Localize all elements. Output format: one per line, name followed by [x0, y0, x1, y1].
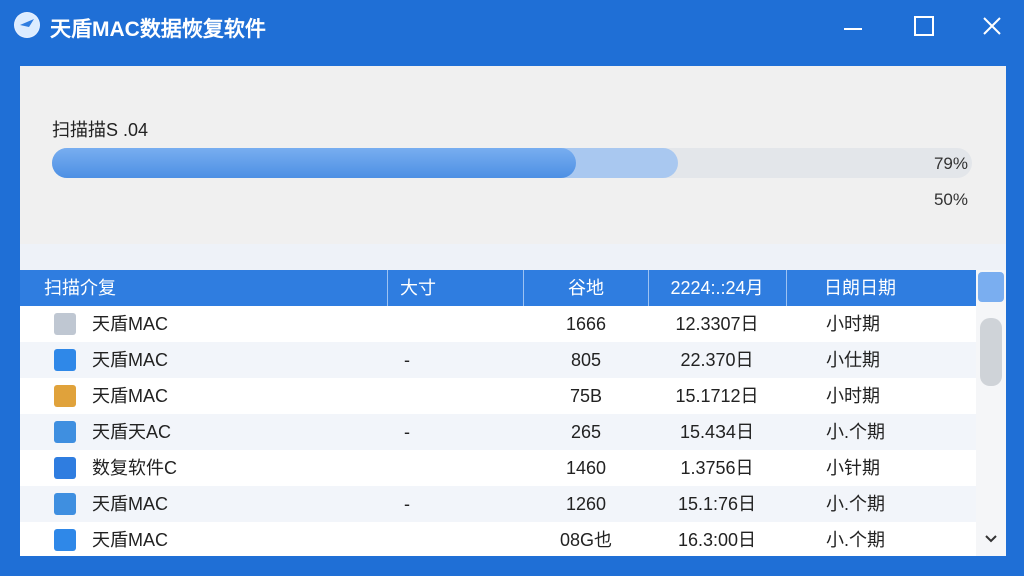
row-count: 75B — [569, 386, 603, 406]
row-name: 天盾MAC — [92, 386, 168, 406]
file-icon — [54, 493, 76, 515]
photo-icon — [54, 385, 76, 407]
scan-progress-bar — [52, 148, 972, 178]
window-title: 天盾MAC数据恢复软件 — [50, 18, 266, 41]
row-date: 15.1712日 — [675, 386, 759, 406]
row-type: 小时期 — [826, 314, 880, 334]
row-type: 小.个期 — [826, 494, 886, 514]
maximize-icon — [914, 16, 934, 36]
row-type: 小时期 — [826, 386, 880, 406]
progress-percent-primary: 79% — [933, 154, 968, 173]
row-date: 16.3:00日 — [677, 530, 757, 550]
scroll-top-button[interactable] — [978, 272, 1004, 302]
row-name: 天盾MAC — [92, 314, 168, 334]
image-icon — [54, 457, 76, 479]
row-size: - — [404, 350, 410, 370]
row-count: 1260 — [565, 494, 607, 514]
progress-percent-secondary: 50% — [933, 190, 968, 209]
row-size: - — [404, 494, 410, 514]
row-count: 1460 — [565, 458, 607, 478]
document-icon — [54, 313, 76, 335]
column-header-count[interactable]: 谷地 — [524, 270, 649, 306]
row-date: 22.370日 — [680, 350, 754, 370]
row-count: 805 — [570, 350, 602, 370]
table-row[interactable]: 天盾MAC 08G也 16.3:00日 小.个期 — [20, 522, 976, 556]
app-window: 天盾MAC数据恢复软件 扫描描S .04 79% 50% 扫描介复 大寸 谷地 … — [0, 0, 1024, 576]
faded-strip — [20, 244, 1006, 270]
row-type: 小.个期 — [826, 530, 886, 550]
file-icon — [54, 529, 76, 551]
mail-icon — [54, 421, 76, 443]
row-name: 天盾天AC — [92, 422, 172, 442]
column-header-type[interactable]: 日朗日期 — [786, 270, 976, 306]
row-type: 小仕期 — [826, 350, 880, 370]
row-name: 数复软件C — [92, 458, 177, 478]
table-row[interactable]: 数复软件C 1460 1.3756日 小针期 — [20, 450, 976, 486]
row-name: 天盾MAC — [92, 350, 168, 370]
row-name: 天盾MAC — [92, 494, 168, 514]
cloud-icon — [54, 349, 76, 371]
scrollbar-thumb[interactable] — [980, 318, 1002, 386]
table-row[interactable]: 天盾MAC 1666 12.3307日 小时期 — [20, 306, 976, 342]
row-type: 小针期 — [826, 458, 880, 478]
chevron-down-icon[interactable] — [983, 530, 999, 546]
row-date: 15.4З4日 — [680, 422, 754, 442]
progress-fill — [52, 148, 577, 178]
maximize-button[interactable] — [910, 12, 938, 40]
table-row[interactable]: 天盾MAC - 805 22.370日 小仕期 — [20, 342, 976, 378]
close-button[interactable] — [978, 12, 1006, 40]
results-table: 扫描介复 大寸 谷地 2224:.:24月 日朗日期 天盾MAC 1666 12.3… — [20, 270, 1006, 556]
title-bar: 天盾MAC数据恢复软件 — [0, 0, 1024, 52]
row-count: 265 — [570, 422, 602, 442]
row-count: 08G也 — [559, 530, 613, 550]
scan-status-label: 扫描描S .04 — [52, 120, 149, 140]
row-date: 1.3756日 — [680, 458, 754, 478]
column-header-name[interactable]: 扫描介复 — [20, 270, 388, 306]
table-row[interactable]: 天盾MAC - 1260 15.1:76日 小.个期 — [20, 486, 976, 522]
close-icon — [983, 17, 1001, 35]
app-logo-icon — [14, 12, 40, 38]
minimize-button[interactable] — [840, 12, 868, 40]
row-date: 15.1:76日 — [677, 494, 757, 514]
minimize-icon — [844, 28, 862, 30]
row-type: 小.个期 — [826, 422, 886, 442]
column-header-date[interactable]: 2224:.:24月 — [648, 270, 787, 306]
row-date: 12.3307日 — [675, 314, 759, 334]
table-row[interactable]: 天盾MAC 75B 15.1712日 小时期 — [20, 378, 976, 414]
column-header-size[interactable]: 大寸 — [388, 270, 524, 306]
table-header: 扫描介复 大寸 谷地 2224:.:24月 日朗日期 — [20, 270, 976, 306]
row-size: - — [404, 422, 410, 442]
row-count: 1666 — [565, 314, 607, 334]
vertical-scrollbar[interactable] — [976, 270, 1006, 556]
table-row[interactable]: 天盾天AC - 265 15.4З4日 小.个期 — [20, 414, 976, 450]
row-name: 天盾MAC — [92, 530, 168, 550]
